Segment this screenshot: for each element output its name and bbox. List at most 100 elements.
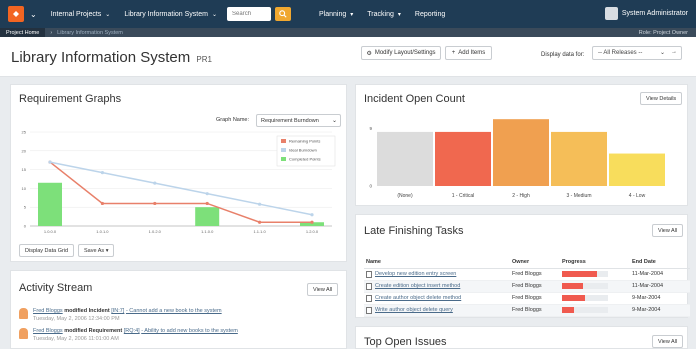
modify-layout-button[interactable]: ⚙ Modify Layout/Settings bbox=[361, 46, 441, 60]
breadcrumb-home[interactable]: Project Home bbox=[0, 28, 46, 37]
series-point bbox=[153, 201, 157, 206]
task-name-cell: Write author object delete query bbox=[364, 304, 510, 317]
y-tick-label: 25 bbox=[22, 130, 27, 135]
chevron-down-icon: ⌄ bbox=[331, 118, 337, 124]
legend-label: Remaining Points bbox=[289, 139, 320, 144]
search-input[interactable] bbox=[227, 7, 272, 21]
legend-swatch bbox=[281, 139, 286, 143]
release-select-value: -- All Releases -- bbox=[598, 50, 643, 56]
project-code: PR1 bbox=[196, 55, 212, 64]
nav-project-name[interactable]: Library Information System ⌄ bbox=[124, 11, 217, 18]
series-point bbox=[48, 160, 52, 164]
top-open-issues-panel: Top Open Issues View All bbox=[355, 326, 688, 349]
view-details-button[interactable]: View Details bbox=[640, 92, 683, 105]
display-data-grid-button[interactable]: Display Data Grid bbox=[19, 244, 75, 257]
activity-view-all-button[interactable]: View All bbox=[307, 283, 339, 296]
activity-ref-link[interactable]: [RQ:4] bbox=[124, 328, 140, 334]
task-end-date: 9-Mar-2004 bbox=[630, 304, 690, 317]
column-header-end-date[interactable]: End Date bbox=[630, 257, 690, 269]
modify-layout-label: Modify Layout/Settings bbox=[374, 50, 436, 56]
caret-down-icon: ▾ bbox=[104, 247, 109, 254]
activity-user-link[interactable]: Fred Bloggs bbox=[33, 308, 63, 314]
x-tick-label: 1 - Critical bbox=[452, 193, 475, 199]
x-tick-label: 1.1.0.0 bbox=[201, 229, 214, 234]
task-name: Write author object delete query bbox=[375, 307, 453, 313]
user-name: System Administrator bbox=[621, 10, 688, 17]
series-point bbox=[310, 213, 314, 217]
arrow-right-icon[interactable]: → bbox=[671, 49, 677, 55]
table-row: Create edition object insert method Fred … bbox=[364, 280, 690, 293]
display-data-grid-label: Display Data Grid bbox=[25, 247, 69, 254]
column-header-owner[interactable]: Owner bbox=[510, 257, 560, 269]
series-point bbox=[310, 220, 314, 224]
add-items-button[interactable]: + Add Items bbox=[445, 46, 492, 60]
list-item: Fred Bloggs modified Requirement [RQ:4] … bbox=[19, 328, 238, 342]
series-point bbox=[100, 201, 104, 206]
progress-bar-fill bbox=[562, 307, 574, 313]
nav-planning-menu[interactable]: Planning ▾ bbox=[319, 11, 353, 18]
table-header-row: Name Owner Progress End Date bbox=[364, 257, 690, 269]
task-link[interactable]: Develop new edition entry screen bbox=[366, 270, 508, 278]
series-point bbox=[205, 201, 209, 206]
avatar bbox=[19, 308, 28, 319]
issues-view-all-button[interactable]: View All bbox=[652, 335, 684, 348]
y-tick-label: 15 bbox=[22, 167, 27, 172]
task-end-date: 11-Mar-2004 bbox=[630, 280, 690, 293]
task-name-cell: Develop new edition entry screen bbox=[364, 268, 510, 281]
nav-reporting-menu[interactable]: Reporting bbox=[415, 11, 445, 18]
document-icon bbox=[366, 294, 372, 302]
save-as-label: Save As bbox=[84, 247, 105, 254]
app-logo-icon[interactable] bbox=[8, 6, 24, 22]
page-title: Library Information System PR1 bbox=[11, 49, 212, 66]
task-name: Create author object delete method bbox=[375, 295, 462, 301]
x-tick-label: 1.0.1.0 bbox=[96, 229, 109, 234]
task-name: Create edition object insert method bbox=[375, 283, 461, 289]
chevron-down-icon[interactable]: ⌄ bbox=[30, 10, 37, 19]
nav-project-label: Library Information System bbox=[124, 10, 208, 18]
incident-bar bbox=[377, 131, 433, 186]
activity-action: modified Incident bbox=[64, 308, 110, 314]
completed-points-bar bbox=[38, 182, 62, 226]
breadcrumb: Project Home › Library Information Syste… bbox=[0, 28, 696, 37]
caret-down-icon: ▾ bbox=[397, 11, 401, 18]
nav-internal-projects-label: Internal Projects bbox=[50, 10, 102, 18]
activity-user-link[interactable]: Fred Bloggs bbox=[33, 328, 63, 334]
incident-bar bbox=[435, 131, 491, 186]
y-tick-label: 20 bbox=[22, 148, 27, 153]
nav-internal-projects[interactable]: Internal Projects ⌄ bbox=[51, 11, 111, 18]
chevron-down-icon: ⌄ bbox=[659, 50, 665, 56]
panel-title: Incident Open Count bbox=[364, 93, 465, 105]
progress-bar bbox=[562, 295, 608, 301]
nav-tracking-menu[interactable]: Tracking ▾ bbox=[367, 11, 401, 18]
top-navigation-bar: ⌄ Internal Projects ⌄ Library Informatio… bbox=[0, 0, 696, 28]
x-tick-label: (None) bbox=[397, 193, 413, 199]
task-link[interactable]: Create author object delete method bbox=[366, 294, 508, 302]
column-header-name[interactable]: Name bbox=[364, 257, 510, 269]
view-details-label: View Details bbox=[646, 95, 677, 102]
task-link[interactable]: Write author object delete query bbox=[366, 306, 508, 314]
table-row: Write author object delete query Fred Blo… bbox=[364, 304, 690, 317]
column-header-progress[interactable]: Progress bbox=[560, 257, 630, 269]
display-data-for-label: Display data for: bbox=[541, 52, 585, 58]
activity-desc-link[interactable]: - Cannot add a new book to the system bbox=[126, 308, 222, 314]
activity-desc-link[interactable]: - Ability to add new books to the system bbox=[141, 328, 238, 334]
series-point bbox=[205, 192, 209, 196]
activity-ref-link[interactable]: [IN:7] bbox=[111, 308, 124, 314]
graph-name-label: Graph Name: bbox=[216, 117, 250, 123]
tasks-view-all-button[interactable]: View All bbox=[652, 224, 684, 237]
legend-swatch bbox=[281, 157, 286, 161]
series-line bbox=[49, 161, 312, 223]
progress-bar-fill bbox=[562, 271, 597, 277]
requirement-burndown-chart: 0 5 10 15 20 25 1.0.0.0 1.0.1.0 1.0.2.0 1.1.0.0 1.… bbox=[22, 130, 336, 234]
series-point bbox=[153, 181, 157, 185]
release-select[interactable]: -- All Releases -- ⌄ → bbox=[592, 46, 682, 60]
list-item: Fred Bloggs modified Incident [IN:7] - C… bbox=[19, 308, 222, 322]
user-menu[interactable]: System Administrator bbox=[604, 7, 688, 20]
task-link[interactable]: Create edition object insert method bbox=[366, 282, 508, 290]
activity-stream-panel: Activity Stream View All Fred Bloggs mod… bbox=[10, 270, 347, 349]
document-icon bbox=[366, 270, 372, 278]
save-as-button[interactable]: Save As ▾ bbox=[78, 244, 115, 257]
document-icon bbox=[366, 306, 372, 314]
view-all-label: View All bbox=[658, 227, 678, 234]
search-button[interactable] bbox=[275, 7, 292, 21]
